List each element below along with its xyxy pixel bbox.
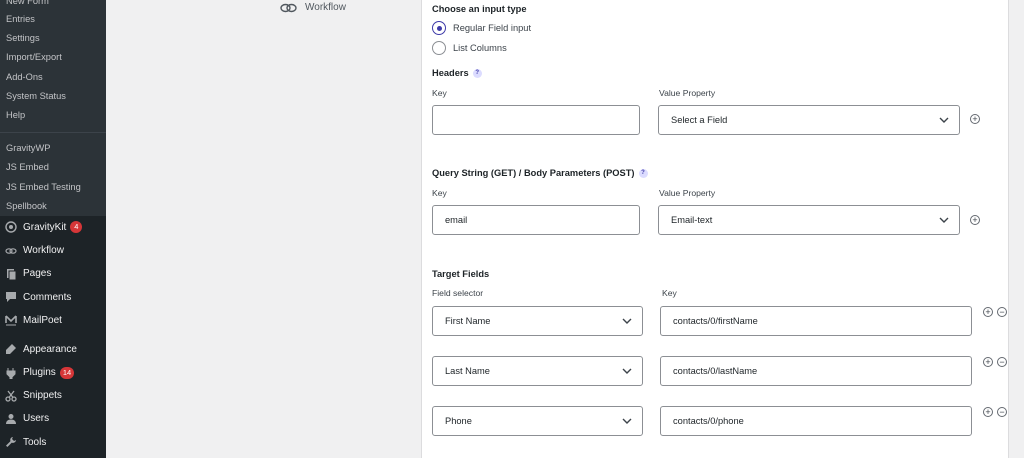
main-content: Workflow Choose an input type Regular Fi…: [106, 0, 1024, 458]
select-value: Phone: [445, 416, 472, 426]
submenu-entries[interactable]: Entries: [0, 10, 106, 29]
query-key-label: Key: [432, 188, 447, 198]
add-target-row-button[interactable]: +: [983, 307, 993, 317]
sidebar-item-label: MailPoet: [23, 314, 62, 326]
add-target-row-button[interactable]: +: [983, 407, 993, 417]
radio-button-selected[interactable]: [432, 21, 446, 35]
headers-value-label: Value Property: [659, 88, 716, 98]
submenu-help[interactable]: Help: [0, 106, 106, 125]
users-icon: [5, 413, 17, 425]
plugins-icon: [5, 367, 17, 379]
sidebar-item-users[interactable]: Users: [0, 407, 106, 430]
chevron-down-icon: [622, 418, 632, 424]
target-key-input[interactable]: contacts/0/phone: [660, 406, 972, 436]
add-target-row-button[interactable]: +: [983, 357, 993, 367]
submenu-spellbook[interactable]: Spellbook: [0, 197, 106, 216]
help-icon[interactable]: ?: [472, 69, 482, 79]
submenu-js-embed[interactable]: JS Embed: [0, 158, 106, 177]
tab-workflow[interactable]: Workflow: [280, 2, 346, 13]
query-key-input[interactable]: email: [432, 205, 640, 235]
remove-target-row-button[interactable]: −: [997, 307, 1007, 317]
target-key-input[interactable]: contacts/0/firstName: [660, 306, 972, 336]
comments-icon: [5, 291, 17, 303]
target-field-select[interactable]: Last Name: [432, 356, 643, 386]
update-count-badge: 4: [70, 221, 83, 234]
sidebar-item-snippets[interactable]: Snippets: [0, 384, 106, 407]
sidebar-item-label: Pages: [23, 268, 52, 280]
radio-regular-field-input[interactable]: Regular Field input: [432, 21, 531, 35]
chevron-down-icon: [939, 217, 949, 223]
sidebar-item-tools[interactable]: Tools: [0, 431, 106, 454]
tab-label: Workflow: [305, 2, 346, 13]
radio-button[interactable]: [432, 41, 446, 55]
snippets-icon: [5, 390, 17, 402]
target-key-input[interactable]: contacts/0/lastName: [660, 356, 972, 386]
submenu-js-embed-testing[interactable]: JS Embed Testing: [0, 178, 106, 197]
forms-submenu: New Form Entries Settings Import/Export …: [0, 0, 106, 216]
chevron-down-icon: [622, 318, 632, 324]
mailpoet-icon: [5, 314, 17, 326]
sidebar-item-label: Workflow: [23, 245, 64, 257]
submenu-add-ons[interactable]: Add-Ons: [0, 68, 106, 87]
update-count-badge: 14: [59, 366, 75, 379]
add-query-param-button[interactable]: +: [970, 215, 980, 225]
submenu-import-export[interactable]: Import/Export: [0, 48, 106, 67]
sidebar-item-mailpoet[interactable]: MailPoet: [0, 309, 106, 332]
sidebar-item-label: Snippets: [23, 390, 62, 402]
sidebar-item-appearance[interactable]: Appearance: [0, 338, 106, 361]
target-field-select[interactable]: Phone: [432, 406, 643, 436]
query-value-select[interactable]: Email-text: [658, 205, 960, 235]
field-selector-label: Field selector: [432, 288, 484, 298]
sidebar-item-comments[interactable]: Comments: [0, 285, 106, 308]
sidebar-item-workflow[interactable]: Workflow: [0, 239, 106, 262]
select-value: Last Name: [445, 366, 490, 376]
select-value: Select a Field: [671, 115, 728, 125]
target-fields-title: Target Fields: [432, 269, 490, 279]
target-field-select[interactable]: First Name: [432, 306, 643, 336]
sidebar-item-gravitykit[interactable]: GravityKit 4: [0, 216, 106, 239]
headers-title-text: Headers: [432, 68, 469, 78]
workflow-icon: [5, 245, 17, 257]
radio-label: List Columns: [453, 43, 507, 53]
headers-key-label: Key: [432, 88, 447, 98]
select-value: First Name: [445, 316, 491, 326]
target-key-label: Key: [662, 288, 677, 298]
query-title-text: Query String (GET) / Body Parameters (PO…: [432, 168, 635, 178]
sidebar-item-label: Users: [23, 413, 50, 425]
headers-value-select[interactable]: Select a Field: [658, 105, 960, 135]
gravitykit-icon: [5, 221, 17, 234]
sidebar-item-label: Tools: [23, 436, 47, 448]
radio-list-columns[interactable]: List Columns: [432, 41, 507, 55]
sidebar-item-pages[interactable]: Pages: [0, 262, 106, 285]
submenu-divider: [0, 132, 106, 134]
chevron-down-icon: [939, 117, 949, 123]
query-value-label: Value Property: [659, 188, 716, 198]
radio-label: Regular Field input: [453, 23, 532, 33]
submenu-new-form[interactable]: New Form: [0, 0, 106, 10]
help-icon[interactable]: ?: [638, 169, 648, 179]
query-title: Query String (GET) / Body Parameters (PO…: [432, 168, 648, 179]
admin-sidebar: New Form Entries Settings Import/Export …: [0, 0, 106, 458]
pages-icon: [5, 268, 17, 280]
sidebar-item-plugins[interactable]: Plugins 14: [0, 361, 106, 384]
workflow-icon: [280, 3, 297, 12]
sidebar-item-label: Comments: [23, 291, 72, 303]
sidebar-item-label: GravityKit: [23, 221, 67, 233]
tools-icon: [5, 436, 17, 448]
submenu-gravitywp[interactable]: GravityWP: [0, 139, 106, 158]
input-type-title: Choose an input type: [432, 4, 527, 14]
appearance-icon: [5, 343, 17, 355]
sidebar-item-label: Appearance: [23, 343, 77, 355]
headers-key-input[interactable]: [432, 105, 640, 135]
add-header-button[interactable]: +: [970, 114, 980, 124]
chevron-down-icon: [622, 368, 632, 374]
submenu-settings[interactable]: Settings: [0, 29, 106, 48]
select-value: Email-text: [671, 215, 713, 225]
remove-target-row-button[interactable]: −: [997, 357, 1007, 367]
remove-target-row-button[interactable]: −: [997, 407, 1007, 417]
sidebar-item-label: Plugins: [23, 367, 56, 379]
submenu-system-status[interactable]: System Status: [0, 87, 106, 106]
settings-panel: Choose an input type Regular Field input…: [421, 0, 1009, 458]
headers-title: Headers?: [432, 68, 482, 79]
